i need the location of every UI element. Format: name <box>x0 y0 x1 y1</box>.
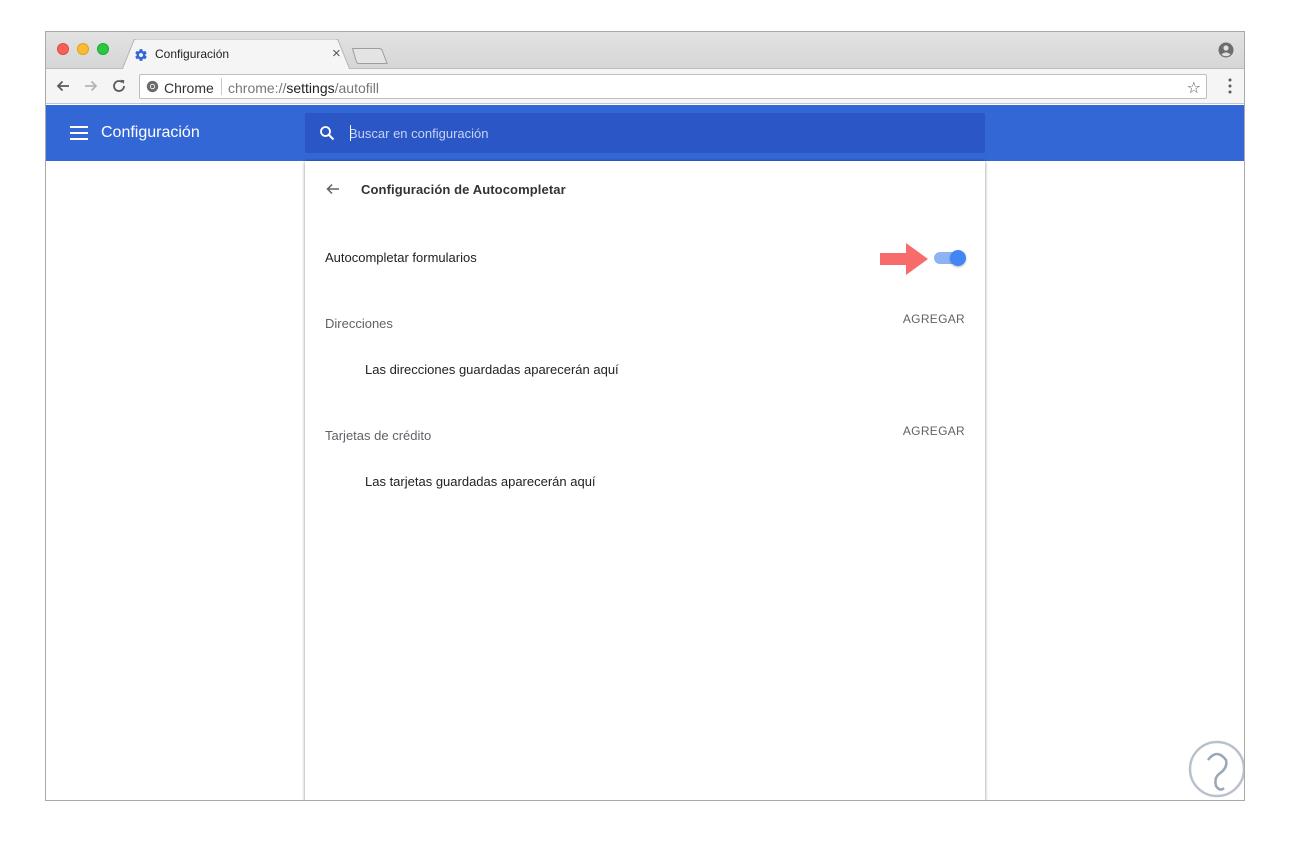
minimize-window-button[interactable] <box>77 43 89 55</box>
omnibox-separator <box>221 78 222 95</box>
autofill-card: Configuración de Autocompletar Autocompl… <box>305 161 985 800</box>
page-title: Configuración <box>101 124 200 141</box>
new-tab-button[interactable] <box>352 48 388 64</box>
add-credit-card-button[interactable]: AGREGAR <box>903 424 965 438</box>
omnibox-chip-label: Chrome <box>164 80 214 96</box>
addresses-empty-text: Las direcciones guardadas aparecerán aqu… <box>365 362 619 377</box>
bookmark-star-icon[interactable]: ☆ <box>1187 78 1201 98</box>
address-bar[interactable]: Chrome chrome://settings/autofill ☆ <box>139 74 1207 99</box>
browser-toolbar: Chrome chrome://settings/autofill ☆ <box>46 69 1244 104</box>
search-box[interactable] <box>305 113 985 153</box>
autofill-forms-label: Autocompletar formularios <box>325 250 477 265</box>
search-input[interactable] <box>349 123 949 143</box>
settings-header: Configuración <box>46 105 1244 161</box>
back-arrow-icon[interactable] <box>325 181 341 197</box>
forward-icon[interactable] <box>82 77 100 95</box>
menu-icon[interactable] <box>70 126 88 140</box>
chrome-icon <box>146 80 159 93</box>
credit-cards-empty-text: Las tarjetas guardadas aparecerán aquí <box>365 474 596 489</box>
watermark-logo-icon <box>1188 740 1244 798</box>
browser-window: Configuración × Chrome chrome://settings… <box>45 31 1245 801</box>
more-vert-icon[interactable] <box>1228 78 1232 94</box>
close-window-button[interactable] <box>57 43 69 55</box>
autofill-toggle[interactable] <box>934 250 966 266</box>
profile-icon[interactable] <box>1218 42 1234 58</box>
gear-icon <box>135 49 147 61</box>
toggle-knob <box>950 250 966 266</box>
tab-settings[interactable]: Configuración × <box>122 39 350 70</box>
tab-strip: Configuración × <box>46 32 1244 70</box>
addresses-section-label: Direcciones <box>325 316 393 331</box>
settings-content: Configuración de Autocompletar Autocompl… <box>46 161 1244 800</box>
text-cursor <box>350 125 351 141</box>
reload-icon[interactable] <box>110 77 128 95</box>
omnibox-url: chrome://settings/autofill <box>228 80 379 96</box>
close-tab-icon[interactable]: × <box>332 45 341 62</box>
back-icon[interactable] <box>54 77 72 95</box>
search-icon <box>320 126 335 141</box>
tab-title: Configuración <box>155 47 230 61</box>
subpage-title: Configuración de Autocompletar <box>361 182 566 197</box>
maximize-window-button[interactable] <box>97 43 109 55</box>
credit-cards-section-label: Tarjetas de crédito <box>325 428 432 443</box>
annotation-arrow-icon <box>880 243 928 275</box>
add-address-button[interactable]: AGREGAR <box>903 312 965 326</box>
